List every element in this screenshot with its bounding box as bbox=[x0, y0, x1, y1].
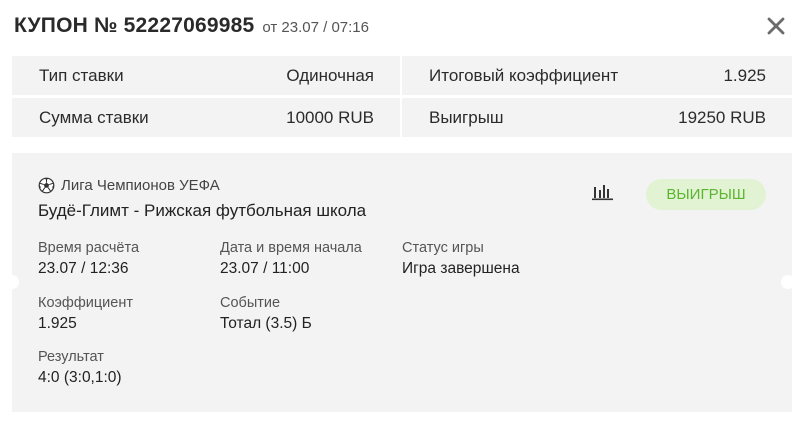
match-name: Будё-Глимт - Рижская футбольная школа bbox=[38, 201, 367, 220]
win-row: Выигрыш 19250 RUB bbox=[402, 98, 792, 137]
settle-time-value: 23.07 / 12:36 bbox=[38, 260, 129, 277]
outcome-value: Тотал (3.5) Б bbox=[220, 315, 312, 332]
ticket-notch-right bbox=[781, 275, 795, 289]
outcome-label: Событие bbox=[220, 295, 281, 311]
status-badge: ВЫИГРЫШ bbox=[646, 179, 766, 210]
coupon-title: КУПОН № 52227069985 bbox=[14, 14, 255, 37]
start-time-value: 23.07 / 11:00 bbox=[220, 260, 310, 277]
stake-value: 10000 RUB bbox=[286, 107, 374, 127]
total-coef-label: Итоговый коэффициент bbox=[429, 65, 619, 85]
league: Лига Чемпионов УЕФА bbox=[38, 177, 220, 194]
game-status-label: Статус игры bbox=[402, 240, 484, 256]
coef-field: Коэффициент 1.925 bbox=[38, 294, 133, 334]
coupon-date: от 23.07 / 07:16 bbox=[262, 19, 369, 36]
close-icon[interactable] bbox=[764, 14, 788, 38]
settle-time-field: Время расчёта 23.07 / 12:36 bbox=[38, 239, 139, 279]
win-label: Выигрыш bbox=[429, 107, 504, 127]
stake-label: Сумма ставки bbox=[39, 107, 149, 127]
total-coef-value: 1.925 bbox=[723, 65, 766, 85]
coef-value: 1.925 bbox=[38, 315, 77, 332]
coupon-header: КУПОН № 52227069985 от 23.07 / 07:16 bbox=[14, 14, 369, 44]
stake-row: Сумма ставки 10000 RUB bbox=[12, 98, 400, 137]
result-value: 4:0 (3:0,1:0) bbox=[38, 369, 122, 386]
outcome-field: Событие Тотал (3.5) Б bbox=[220, 294, 312, 334]
bet-type-row: Тип ставки Одиночная bbox=[12, 56, 400, 95]
bet-summary: Тип ставки Одиночная Итоговый коэффициен… bbox=[12, 56, 792, 140]
bet-type-label: Тип ставки bbox=[39, 65, 124, 85]
game-status-field: Статус игры Игра завершена bbox=[402, 239, 520, 279]
bar-chart-icon[interactable] bbox=[592, 183, 614, 201]
game-status-value: Игра завершена bbox=[402, 260, 520, 277]
start-time-field: Дата и время начала 23.07 / 11:00 bbox=[220, 239, 362, 279]
coef-label: Коэффициент bbox=[38, 295, 133, 311]
result-label: Результат bbox=[38, 349, 104, 365]
soccer-ball-icon bbox=[38, 177, 55, 194]
ticket-notch-left bbox=[5, 275, 19, 289]
bet-type-value: Одиночная bbox=[286, 65, 374, 85]
settle-time-label: Время расчёта bbox=[38, 240, 140, 256]
win-value: 19250 RUB bbox=[678, 107, 766, 127]
result-field: Результат 4:0 (3:0,1:0) bbox=[38, 348, 122, 388]
event-card: Лига Чемпионов УЕФА Будё-Глимт - Рижская… bbox=[12, 153, 792, 412]
total-coef-row: Итоговый коэффициент 1.925 bbox=[402, 56, 792, 95]
start-time-label: Дата и время начала bbox=[220, 240, 362, 256]
league-name: Лига Чемпионов УЕФА bbox=[61, 177, 220, 194]
